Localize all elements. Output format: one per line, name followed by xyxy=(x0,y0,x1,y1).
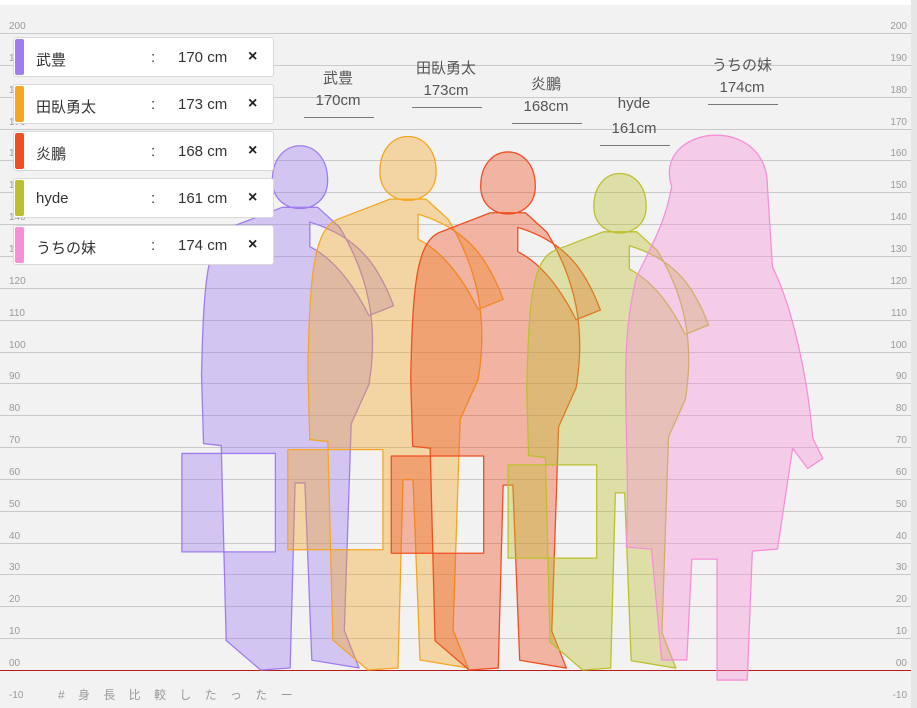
label-underline xyxy=(304,117,374,118)
remove-icon[interactable]: × xyxy=(248,142,257,160)
height-comparison-canvas: 2002001901901801801701701601601501501401… xyxy=(0,0,917,708)
label-underline xyxy=(600,145,670,146)
figure-height-label: 161cm xyxy=(611,120,657,137)
color-swatch[interactable] xyxy=(15,86,24,122)
scrollbar[interactable] xyxy=(911,0,917,708)
label-underline xyxy=(708,104,778,105)
legend-name: うちの妹 xyxy=(36,240,97,257)
label-underline xyxy=(512,123,582,124)
figure-height-label: 170cm xyxy=(315,92,361,109)
legend-name: 武豊 xyxy=(36,52,67,69)
remove-icon[interactable]: × xyxy=(248,48,257,66)
legend-colon: : xyxy=(151,49,156,66)
color-swatch[interactable] xyxy=(15,180,24,216)
legend-height: 168 cm xyxy=(178,143,228,160)
legend-item-3[interactable]: hyde : 161 cm × xyxy=(13,178,274,218)
label-underline xyxy=(412,107,482,108)
legend-colon: : xyxy=(151,143,156,160)
figure-height-label: 168cm xyxy=(523,98,569,115)
legend-height: 174 cm xyxy=(178,237,228,254)
legend-name: 炎鵬 xyxy=(36,146,67,163)
color-swatch[interactable] xyxy=(15,227,24,263)
figure-name-label: 武豊 xyxy=(322,70,353,87)
watermark-hashtag: # 身 長 比 較 し た っ た ー xyxy=(58,688,298,702)
figure-name-label: うちの妹 xyxy=(711,57,772,74)
figure-name-label: 田臥勇太 xyxy=(415,60,476,77)
legend-height: 173 cm xyxy=(178,96,228,113)
legend-name: hyde xyxy=(36,190,69,207)
legend: 武豊 : 170 cm × 田臥勇太 : 173 cm × 炎鵬 : 168 c… xyxy=(13,37,274,272)
legend-colon: : xyxy=(151,96,156,113)
legend-item-1[interactable]: 田臥勇太 : 173 cm × xyxy=(13,84,274,124)
remove-icon[interactable]: × xyxy=(248,95,257,113)
figure-height-label: 174cm xyxy=(719,79,765,96)
color-swatch[interactable] xyxy=(15,39,24,75)
figure-name-label: 炎鵬 xyxy=(530,76,561,93)
legend-colon: : xyxy=(151,190,156,207)
legend-height: 170 cm xyxy=(178,49,228,66)
remove-icon[interactable]: × xyxy=(248,236,257,254)
color-swatch[interactable] xyxy=(15,133,24,169)
legend-height: 161 cm xyxy=(178,190,228,207)
legend-item-0[interactable]: 武豊 : 170 cm × xyxy=(13,37,274,77)
legend-item-2[interactable]: 炎鵬 : 168 cm × xyxy=(13,131,274,171)
legend-item-4[interactable]: うちの妹 : 174 cm × xyxy=(13,225,274,265)
figure-height-label: 173cm xyxy=(423,82,469,99)
legend-colon: : xyxy=(151,237,156,254)
figure-name-label: hyde xyxy=(617,95,651,112)
remove-icon[interactable]: × xyxy=(248,189,257,207)
legend-name: 田臥勇太 xyxy=(36,99,97,116)
